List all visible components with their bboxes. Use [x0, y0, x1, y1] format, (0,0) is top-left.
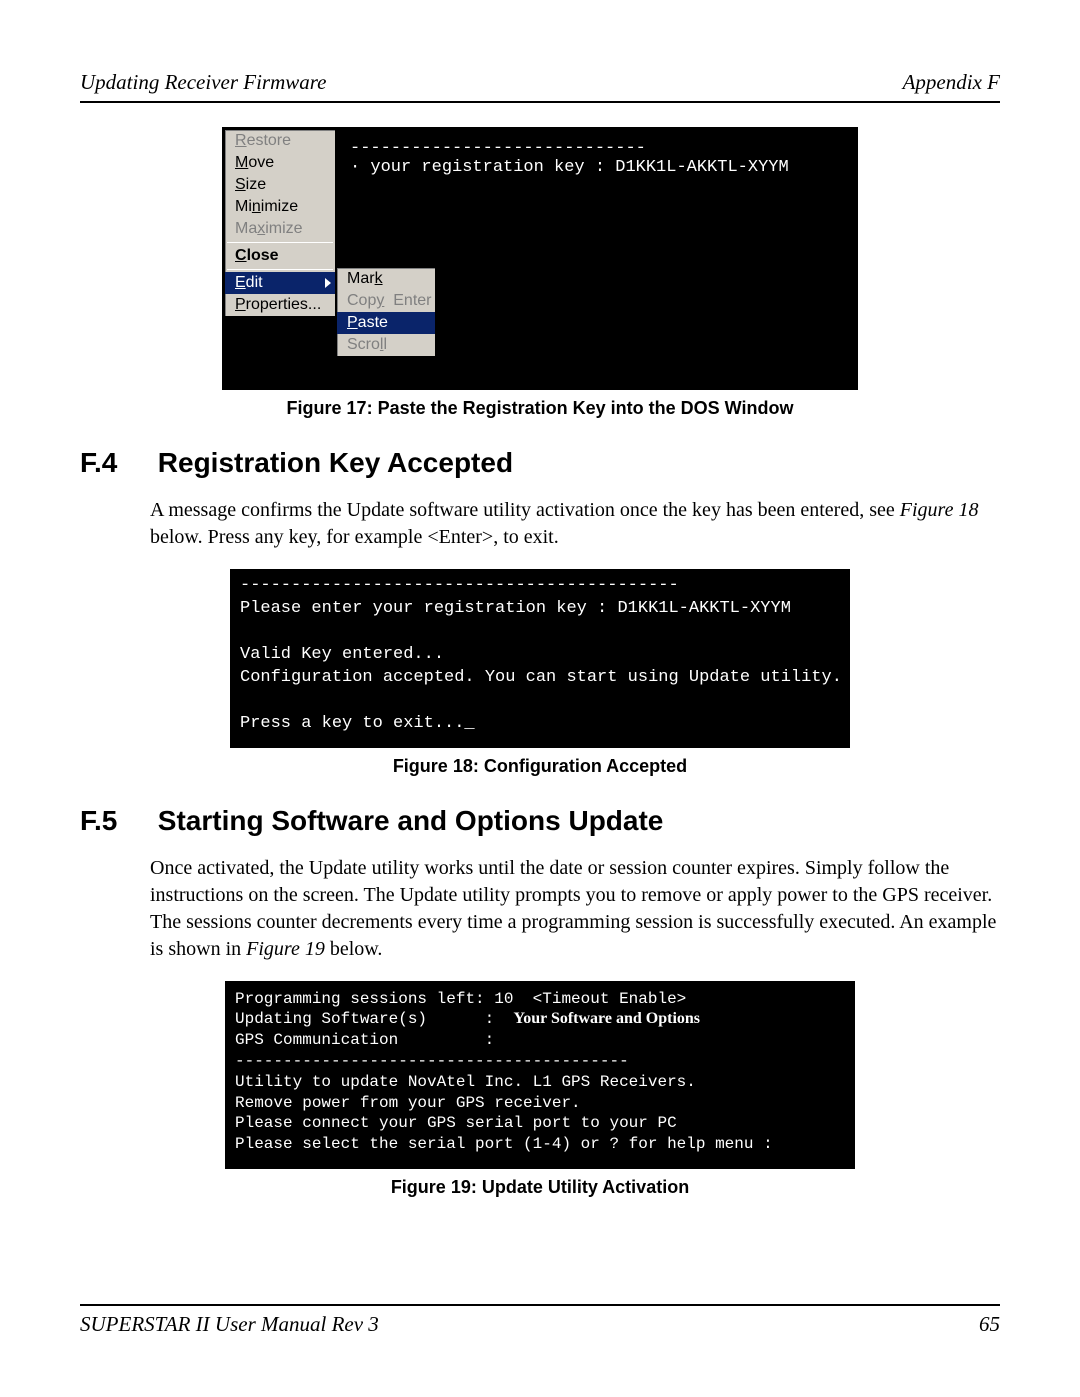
figure-17: ----------------------------- · your reg… — [80, 127, 1000, 419]
dos-window-fig18: ----------------------------------------… — [230, 569, 850, 748]
dos-output-fig17: ----------------------------- · your reg… — [350, 139, 789, 177]
dos-window-fig19: Programming sessions left: 10 <Timeout E… — [225, 981, 855, 1169]
section-title: Starting Software and Options Update — [158, 805, 664, 836]
section-heading-f5: F.5 Starting Software and Options Update — [80, 805, 1000, 837]
page-footer: SUPERSTAR II User Manual Rev 3 65 — [80, 1304, 1000, 1337]
menu-item-move[interactable]: Move — [225, 152, 335, 174]
submenu-item-mark[interactable]: Mark — [337, 268, 435, 290]
context-menu[interactable]: Restore Move Size Minimize Maximize Clos… — [224, 129, 336, 317]
section-title: Registration Key Accepted — [158, 447, 513, 478]
menu-label: ove — [248, 154, 274, 171]
page-header: Updating Receiver Firmware Appendix F — [80, 70, 1000, 103]
menu-item-size[interactable]: Size — [225, 174, 335, 196]
figure-18: ----------------------------------------… — [80, 569, 1000, 777]
context-submenu-edit[interactable]: Mark Copy Enter Paste Scroll — [336, 267, 436, 357]
menu-label: estore — [247, 132, 291, 149]
menu-label: roperties... — [246, 296, 322, 313]
menu-label: imize — [261, 198, 298, 215]
paragraph-f5: Once activated, the Update utility works… — [80, 855, 1000, 963]
overlay-label-your-software: Your Software and Options — [513, 1010, 700, 1027]
figure-19-caption: Figure 19: Update Utility Activation — [80, 1177, 1000, 1198]
footer-right: 65 — [979, 1312, 1000, 1337]
menu-separator — [227, 269, 333, 270]
footer-left: SUPERSTAR II User Manual Rev 3 — [80, 1312, 379, 1337]
submenu-item-paste[interactable]: Paste — [337, 312, 435, 334]
figure-17-caption: Figure 17: Paste the Registration Key in… — [80, 398, 1000, 419]
submenu-hint: Enter — [393, 292, 431, 309]
menu-label: lose — [247, 247, 279, 264]
figure-19: Programming sessions left: 10 <Timeout E… — [80, 981, 1000, 1198]
menu-label: ize — [246, 176, 266, 193]
figure-reference: Figure 19 — [246, 938, 325, 960]
menu-item-close[interactable]: Close — [225, 245, 335, 267]
header-right: Appendix F — [903, 70, 1000, 95]
chevron-right-icon — [325, 278, 331, 288]
menu-label: imize — [265, 220, 302, 237]
header-left: Updating Receiver Firmware — [80, 70, 327, 95]
menu-item-properties[interactable]: Properties... — [225, 294, 335, 316]
menu-item-edit[interactable]: Edit — [225, 272, 335, 294]
menu-label: dit — [246, 274, 263, 291]
menu-item-minimize[interactable]: Minimize — [225, 196, 335, 218]
menu-item-restore: Restore — [225, 130, 335, 152]
submenu-item-copy: Copy Enter — [337, 290, 435, 312]
figure-18-caption: Figure 18: Configuration Accepted — [80, 756, 1000, 777]
submenu-item-scroll: Scroll — [337, 334, 435, 356]
menu-item-maximize: Maximize — [225, 218, 335, 240]
paragraph-f4: A message confirms the Update software u… — [80, 497, 1000, 551]
figure-reference: Figure 18 — [900, 499, 979, 521]
dos-window-fig17: ----------------------------- · your reg… — [222, 127, 858, 390]
section-number: F.5 — [80, 805, 150, 837]
section-number: F.4 — [80, 447, 150, 479]
section-heading-f4: F.4 Registration Key Accepted — [80, 447, 1000, 479]
menu-separator — [227, 242, 333, 243]
